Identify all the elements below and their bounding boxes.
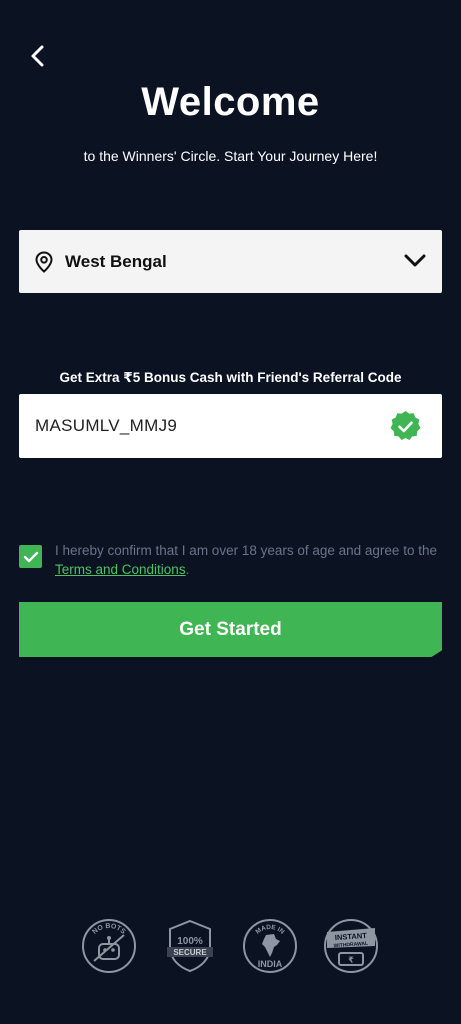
instant-withdrawal-icon: INSTANT WITHDRAWAL ₹ [323, 919, 378, 973]
made-in-india-icon: MADE IN INDIA [243, 919, 298, 973]
age-consent: I hereby confirm that I am over 18 years… [19, 540, 449, 580]
state-dropdown-value: West Bengal [65, 251, 167, 271]
page-subtitle: to the Winners' Circle. Start Your Journ… [83, 148, 378, 164]
page-title: Welcome [141, 80, 320, 124]
get-started-button[interactable]: Get Started [19, 602, 442, 657]
made-in-label: MADE IN [255, 924, 286, 936]
secure-shield-icon: 100% SECURE [166, 919, 213, 973]
checkmark-icon [23, 551, 38, 562]
trust-badges: NO BOTS 100% SECURE MADE IN INDIA INSTAN… [80, 916, 380, 976]
chevron-down-icon [402, 250, 428, 272]
svg-text:100%: 100% [177, 936, 203, 947]
chevron-left-icon [31, 45, 44, 67]
no-bots-icon: NO BOTS [82, 919, 136, 973]
state-dropdown[interactable]: West Bengal [19, 230, 442, 293]
verified-check-icon [390, 411, 421, 440]
location-pin-icon [33, 250, 55, 273]
consent-checkbox[interactable] [19, 545, 42, 568]
consent-text: I hereby confirm that I am over 18 years… [55, 541, 450, 579]
consent-suffix: . [185, 562, 190, 577]
terms-link[interactable]: Terms and Conditions [55, 562, 186, 577]
svg-text:MADE IN: MADE IN [255, 924, 286, 936]
back-button[interactable] [22, 40, 54, 72]
referral-field [19, 394, 442, 458]
withdrawal-label: WITHDRAWAL [334, 941, 369, 949]
signup-screen: Welcome to the Winners' Circle. Start Yo… [0, 0, 461, 1024]
svg-text:SECURE: SECURE [173, 948, 207, 957]
referral-code-input[interactable] [35, 416, 365, 436]
referral-label: Get Extra ₹5 Bonus Cash with Friend's Re… [59, 370, 402, 385]
svg-text:NO BOTS: NO BOTS [91, 923, 126, 936]
india-label: INDIA [258, 959, 283, 969]
consent-statement: I hereby confirm that I am over 18 years… [55, 543, 437, 558]
rupee-sign: ₹ [348, 956, 354, 965]
no-bots-label: NO BOTS [91, 923, 126, 936]
